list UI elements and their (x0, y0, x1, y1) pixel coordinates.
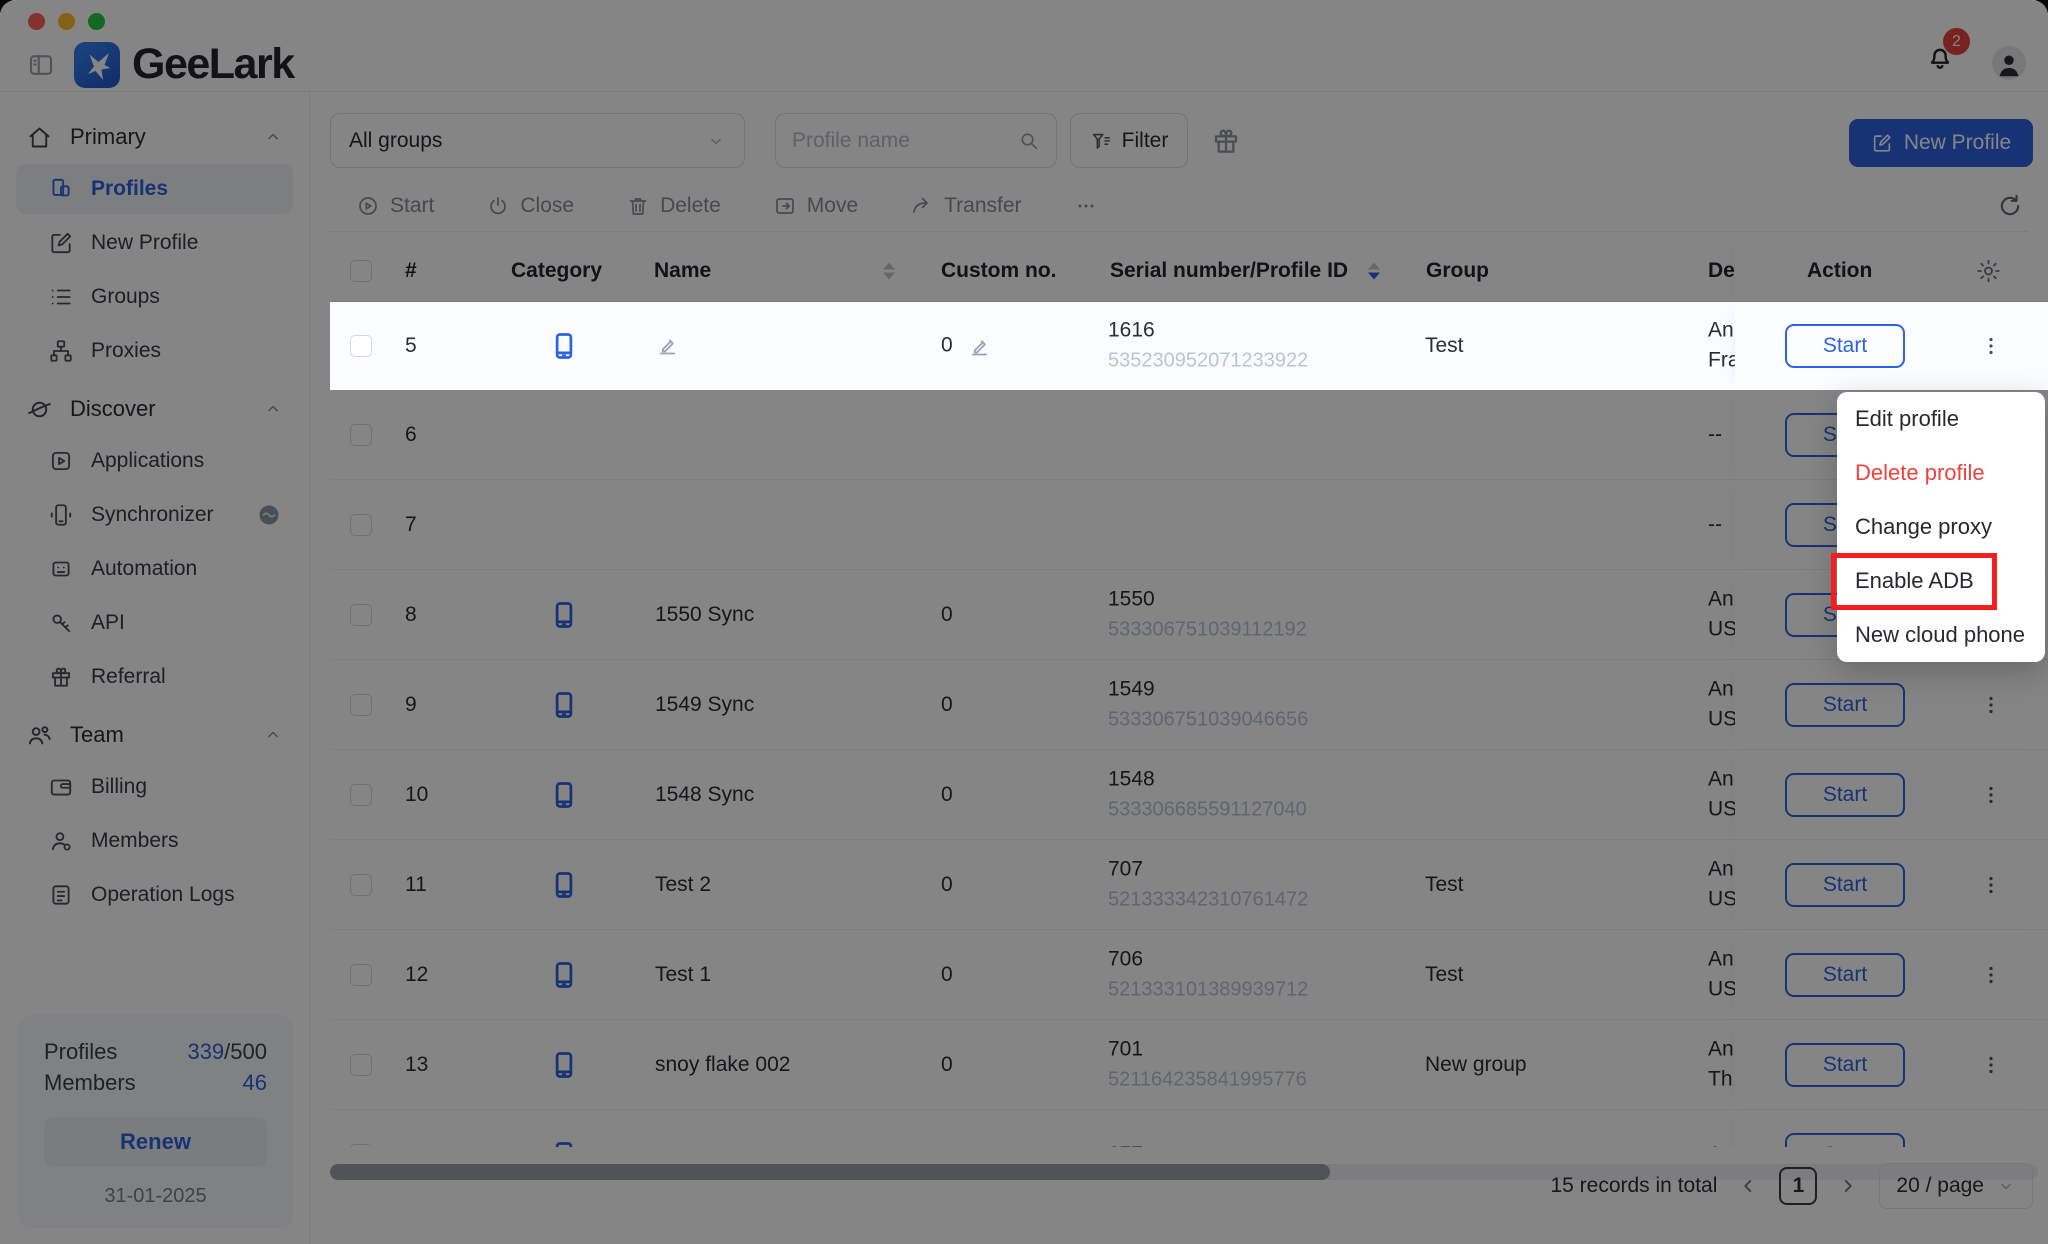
tutorial-dim-overlay (0, 0, 2048, 1244)
app-window: GeeLark 2 Primary Profiles New Profile G… (0, 0, 2048, 1244)
desktop-background: GeeLark 2 Primary Profiles New Profile G… (0, 0, 2048, 1244)
pencil-icon[interactable] (655, 332, 680, 357)
table-row[interactable]: 5 0 1616535230952071233922 Test AnFra St… (330, 302, 2048, 390)
serial-number: 1616 (1108, 318, 1155, 341)
action-cell: Start (1735, 302, 2048, 389)
row-index: 5 (405, 334, 417, 358)
custom-no-cell: 0 (941, 334, 953, 358)
group-cell: Test (1425, 334, 1464, 358)
profile-id: 535230952071233922 (1108, 350, 1308, 372)
menu-item-new-cloud-phone[interactable]: New cloud phone (1837, 608, 2045, 662)
menu-item-delete-profile[interactable]: Delete profile (1837, 446, 2045, 500)
row-checkbox[interactable] (350, 335, 372, 357)
row-context-menu: Edit profile Delete profile Change proxy… (1837, 392, 2045, 662)
start-button[interactable]: Start (1785, 324, 1905, 368)
annotation-box (1831, 553, 1997, 610)
phone-icon (549, 331, 579, 361)
menu-item-edit-profile[interactable]: Edit profile (1837, 392, 2045, 446)
pencil-icon[interactable] (967, 333, 992, 358)
more-v-icon[interactable] (1979, 334, 2003, 358)
menu-item-change-proxy[interactable]: Change proxy (1837, 500, 2045, 554)
profile-name-cell (655, 332, 680, 359)
